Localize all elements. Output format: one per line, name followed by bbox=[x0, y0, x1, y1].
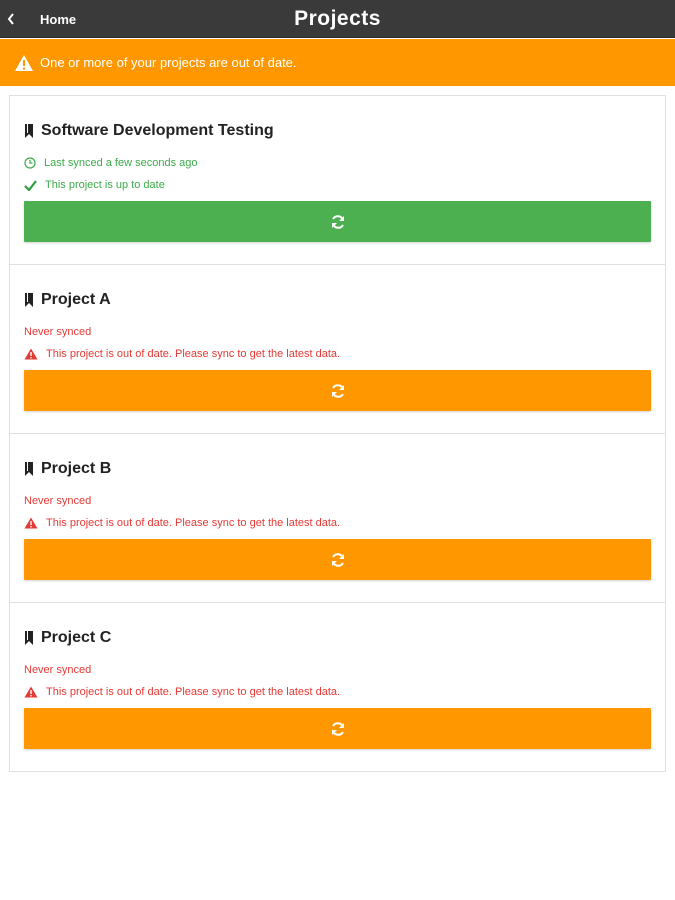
sync-status-line: Last synced a few seconds ago bbox=[24, 152, 651, 174]
sync-button[interactable] bbox=[24, 539, 651, 580]
project-name: Project A bbox=[41, 291, 111, 308]
project-card: Project B Never synced This project is o… bbox=[10, 434, 665, 603]
project-title: Software Development Testing bbox=[24, 110, 651, 152]
project-card: Project C Never synced This project is o… bbox=[10, 603, 665, 771]
bookmark-icon bbox=[24, 462, 34, 476]
status-text: This project is out of date. Please sync… bbox=[46, 517, 341, 529]
sync-text: Never synced bbox=[24, 326, 92, 338]
bookmark-icon bbox=[24, 124, 34, 138]
chevron-left-icon bbox=[6, 12, 16, 26]
warning-icon bbox=[24, 348, 38, 360]
project-status-line: This project is out of date. Please sync… bbox=[24, 681, 651, 703]
project-title: Project A bbox=[24, 279, 651, 321]
warning-icon bbox=[14, 54, 34, 72]
check-icon bbox=[24, 179, 37, 191]
sync-status-line: Never synced bbox=[24, 321, 651, 343]
clock-icon bbox=[24, 157, 36, 169]
project-status-line: This project is up to date bbox=[24, 174, 651, 196]
status-text: This project is out of date. Please sync… bbox=[46, 686, 341, 698]
top-navbar: Home Projects bbox=[0, 0, 675, 38]
out-of-date-banner: One or more of your projects are out of … bbox=[0, 39, 675, 86]
sync-status-line: Never synced bbox=[24, 659, 651, 681]
sync-text: Never synced bbox=[24, 495, 92, 507]
project-card: Project A Never synced This project is o… bbox=[10, 265, 665, 434]
page-title: Projects bbox=[294, 7, 381, 30]
warning-icon bbox=[24, 517, 38, 529]
project-status-line: This project is out of date. Please sync… bbox=[24, 512, 651, 534]
bookmark-icon bbox=[24, 293, 34, 307]
sync-button[interactable] bbox=[24, 708, 651, 749]
project-name: Project B bbox=[41, 460, 112, 477]
refresh-icon bbox=[330, 383, 346, 399]
sync-text: Never synced bbox=[24, 664, 92, 676]
refresh-icon bbox=[330, 552, 346, 568]
back-label: Home bbox=[40, 11, 77, 27]
sync-button[interactable] bbox=[24, 370, 651, 411]
banner-text: One or more of your projects are out of … bbox=[40, 55, 297, 70]
project-title: Project B bbox=[24, 448, 651, 490]
refresh-icon bbox=[330, 214, 346, 230]
project-name: Software Development Testing bbox=[41, 122, 274, 139]
project-name: Project C bbox=[41, 629, 112, 646]
status-text: This project is up to date bbox=[45, 179, 165, 191]
sync-status-line: Never synced bbox=[24, 490, 651, 512]
project-list: Software Development Testing Last synced… bbox=[9, 95, 666, 772]
back-button[interactable]: Home bbox=[0, 0, 86, 38]
project-title: Project C bbox=[24, 617, 651, 659]
status-text: This project is out of date. Please sync… bbox=[46, 348, 341, 360]
warning-icon bbox=[24, 686, 38, 698]
project-card: Software Development Testing Last synced… bbox=[10, 96, 665, 265]
refresh-icon bbox=[330, 721, 346, 737]
bookmark-icon bbox=[24, 631, 34, 645]
project-status-line: This project is out of date. Please sync… bbox=[24, 343, 651, 365]
sync-button[interactable] bbox=[24, 201, 651, 242]
sync-text: Last synced a few seconds ago bbox=[44, 157, 198, 169]
